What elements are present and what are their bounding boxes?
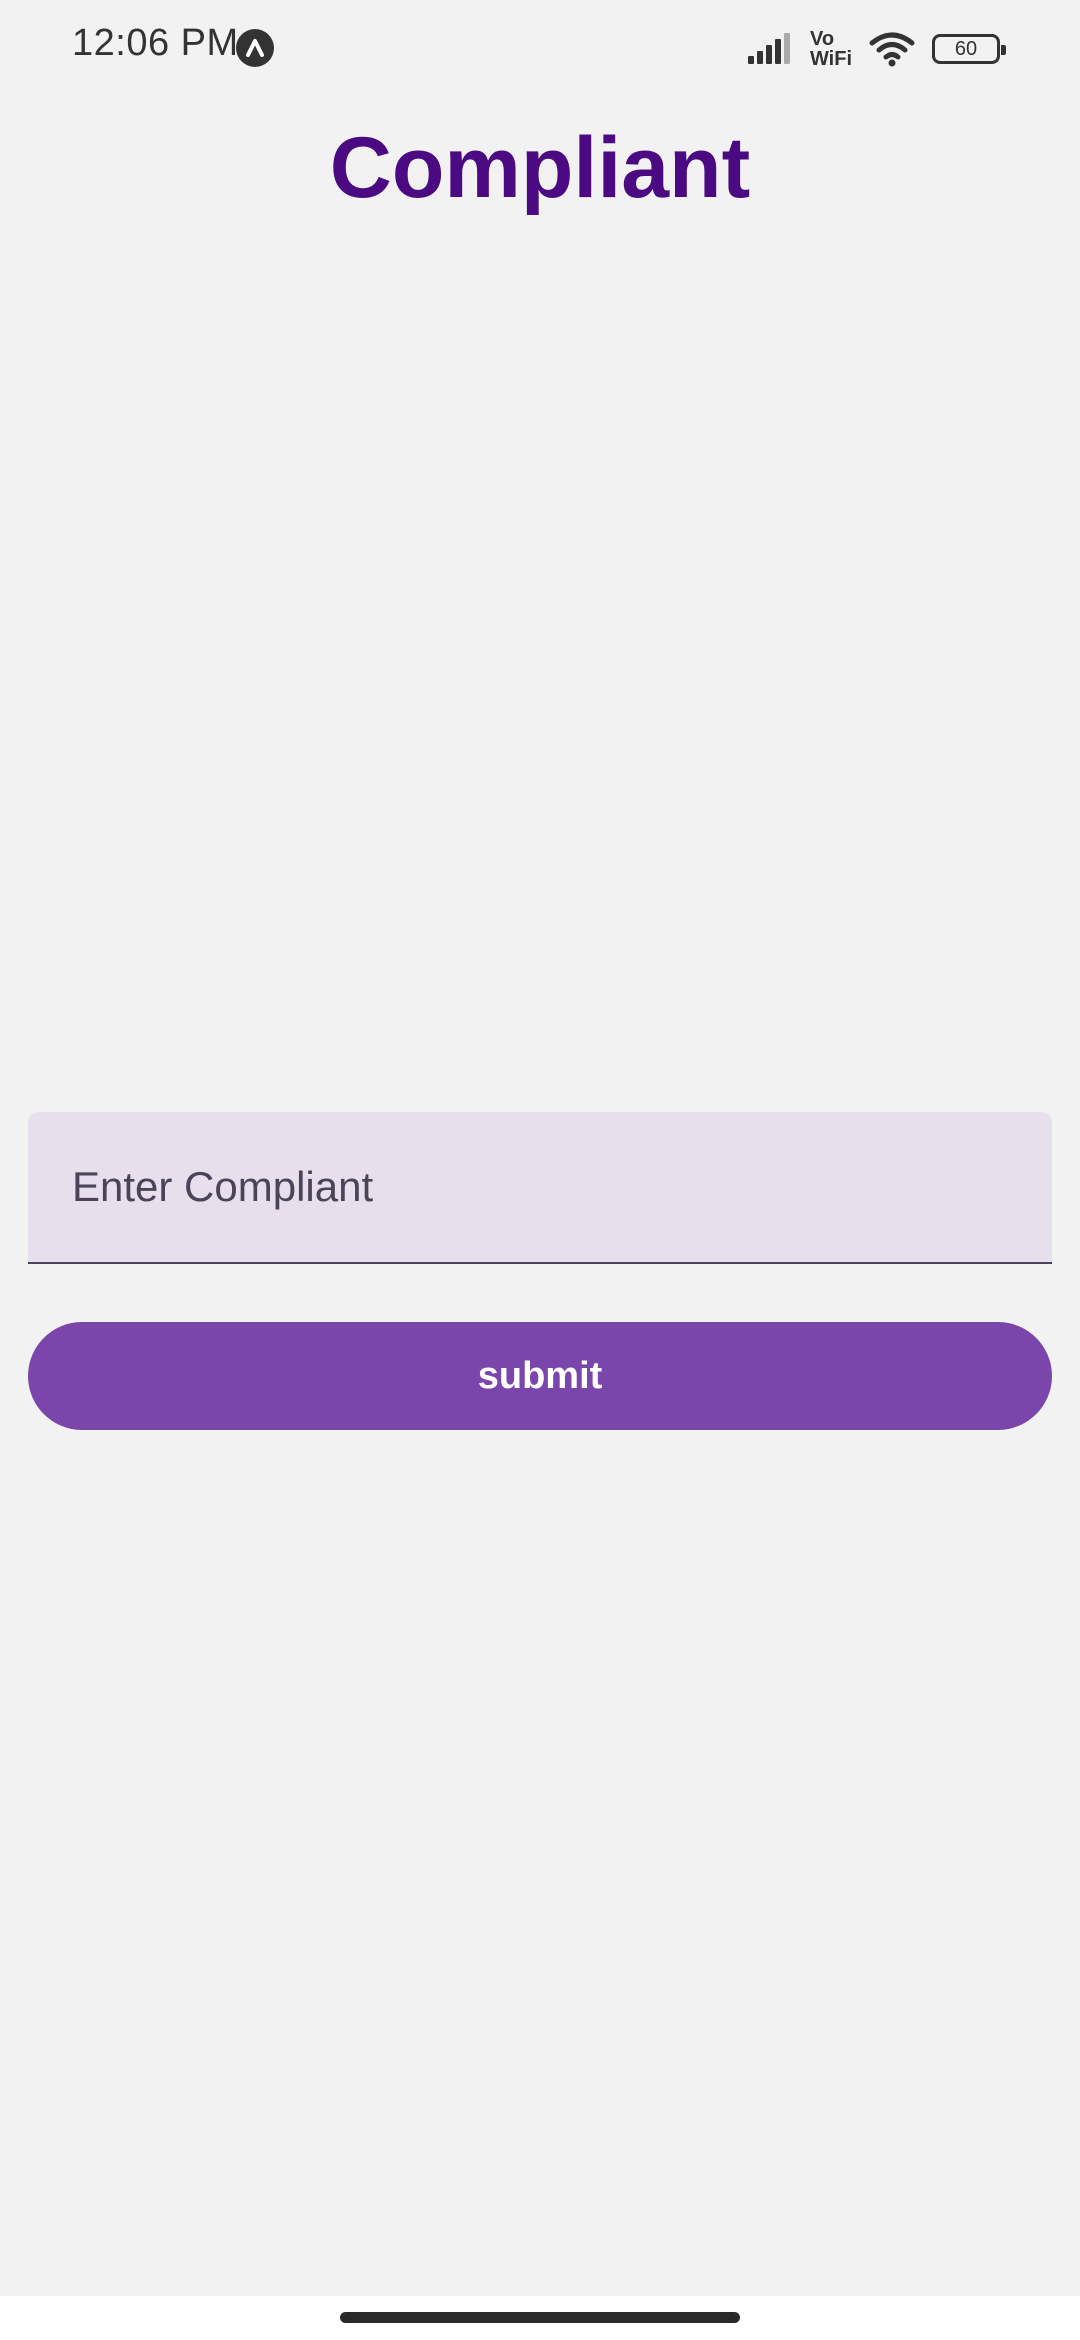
battery-icon: 60 — [932, 34, 1006, 64]
battery-level: 60 — [954, 38, 978, 60]
status-bar: 12:06 PM Vo WiFi 60 — [0, 0, 1080, 100]
gesture-handle[interactable] — [340, 2312, 740, 2323]
page-title: Compliant — [329, 120, 751, 216]
complaint-field[interactable] — [28, 1112, 1052, 1264]
signal-icon — [747, 33, 790, 64]
wifi-icon — [869, 32, 915, 67]
submit-button[interactable]: submit — [28, 1322, 1052, 1430]
notification-icon — [236, 29, 274, 67]
vowifi-line-2: WiFi — [809, 48, 852, 70]
vowifi-line-1: Vo — [809, 28, 835, 50]
complaint-input[interactable] — [72, 1112, 1012, 1262]
status-icons: Vo WiFi 60 — [747, 24, 1006, 74]
status-time: 12:06 PM — [72, 22, 239, 64]
vowifi-icon: Vo WiFi — [810, 29, 852, 69]
